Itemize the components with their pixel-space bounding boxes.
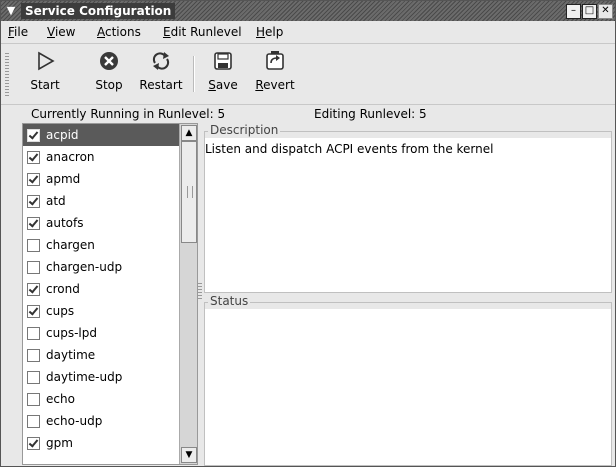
runlevel-status-row: Currently Running in Runlevel: 5 Editing… (1, 105, 615, 123)
service-checkbox[interactable] (27, 195, 40, 208)
pane-resize-grip[interactable] (198, 281, 202, 299)
description-panel: Description Listen and dispatch ACPI eve… (204, 123, 612, 293)
status-label: Status (208, 294, 251, 308)
service-checkbox[interactable] (27, 415, 40, 428)
service-row[interactable]: chargen-udp (23, 256, 179, 278)
service-name: echo-udp (46, 414, 103, 428)
scroll-thumb[interactable] (181, 141, 197, 243)
toolbar-separator (193, 56, 195, 92)
current-runlevel-text: Currently Running in Runlevel: 5 (31, 107, 226, 121)
description-text-area[interactable]: Listen and dispatch ACPI events from the… (205, 138, 611, 292)
menu-bar: File View Actions Edit Runlevel Help (1, 21, 615, 44)
service-row[interactable]: autofs (23, 212, 179, 234)
start-icon (38, 51, 55, 71)
service-name: anacron (46, 150, 95, 164)
description-text: Listen and dispatch ACPI events from the… (205, 142, 494, 156)
scroll-up-icon[interactable]: ▲ (181, 125, 197, 141)
service-row[interactable]: daytime (23, 344, 179, 366)
service-checkbox[interactable] (27, 305, 40, 318)
service-row[interactable]: apmd (23, 168, 179, 190)
save-icon (214, 52, 232, 70)
service-checkbox[interactable] (27, 437, 40, 450)
service-row[interactable]: cups-lpd (23, 322, 179, 344)
service-row[interactable]: acpid (23, 124, 179, 146)
window-title: Service Configuration (21, 3, 176, 19)
service-checkbox[interactable] (27, 371, 40, 384)
revert-icon (266, 51, 284, 70)
service-row[interactable]: anacron (23, 146, 179, 168)
service-checkbox[interactable] (27, 173, 40, 186)
service-row[interactable]: echo-udp (23, 410, 179, 432)
service-name: crond (46, 282, 80, 296)
service-name: daytime (46, 348, 96, 362)
service-row[interactable]: daytime-udp (23, 366, 179, 388)
service-checkbox[interactable] (27, 349, 40, 362)
service-checkbox[interactable] (27, 261, 40, 274)
window-menu-icon[interactable]: ▼ (4, 4, 18, 18)
service-name: autofs (46, 216, 84, 230)
save-button[interactable]: Save (206, 50, 240, 92)
service-name: acpid (46, 128, 79, 142)
service-name: gpm (46, 436, 73, 450)
revert-button[interactable]: Revert (253, 50, 297, 92)
service-checkbox[interactable] (27, 327, 40, 340)
service-checkbox[interactable] (27, 283, 40, 296)
service-row[interactable]: chargen (23, 234, 179, 256)
services-scrollbar[interactable]: ▲ ▼ (179, 124, 197, 464)
service-name: chargen (46, 238, 95, 252)
service-row[interactable]: crond (23, 278, 179, 300)
start-button[interactable]: Start (25, 50, 65, 92)
menu-view[interactable]: View (47, 25, 75, 39)
service-name: cups (46, 304, 75, 318)
service-checkbox[interactable] (27, 129, 40, 142)
service-checkbox[interactable] (27, 151, 40, 164)
service-name: apmd (46, 172, 81, 186)
service-row[interactable]: cups (23, 300, 179, 322)
scroll-down-icon[interactable]: ▼ (181, 447, 197, 463)
service-checkbox[interactable] (27, 393, 40, 406)
stop-button[interactable]: Stop (89, 50, 129, 92)
services-list[interactable]: acpid anacron apmd atd autofs chargen chargen-… (22, 123, 198, 465)
toolbar-grip[interactable] (5, 52, 9, 96)
service-row[interactable]: atd (23, 190, 179, 212)
title-bar[interactable]: ▼ Service Configuration – □ ✕ (1, 1, 615, 21)
service-name: chargen-udp (46, 260, 123, 274)
status-text-area[interactable] (205, 309, 611, 465)
restart-icon (152, 52, 170, 70)
minimize-icon[interactable]: – (566, 4, 581, 19)
toolbar: Start Stop Restart Save Revert (1, 44, 615, 105)
service-name: echo (46, 392, 75, 406)
description-label: Description (208, 123, 281, 137)
menu-actions[interactable]: Actions (97, 25, 141, 39)
service-name: daytime-udp (46, 370, 123, 384)
service-checkbox[interactable] (27, 239, 40, 252)
status-panel: Status (204, 294, 612, 466)
service-checkbox[interactable] (27, 217, 40, 230)
maximize-icon[interactable]: □ (582, 4, 597, 19)
service-row[interactable]: echo (23, 388, 179, 410)
service-name: atd (46, 194, 66, 208)
stop-icon (100, 52, 118, 70)
service-row[interactable]: gpm (23, 432, 179, 454)
service-configuration-window: ▼ Service Configuration – □ ✕ File View … (0, 0, 616, 467)
menu-file[interactable]: File (8, 25, 28, 39)
service-name: cups-lpd (46, 326, 97, 340)
menu-help[interactable]: Help (256, 25, 283, 39)
close-icon[interactable]: ✕ (598, 4, 613, 19)
restart-button[interactable]: Restart (135, 50, 187, 92)
editing-runlevel-text: Editing Runlevel: 5 (314, 107, 427, 121)
menu-edit-runlevel[interactable]: Edit Runlevel (163, 25, 242, 39)
